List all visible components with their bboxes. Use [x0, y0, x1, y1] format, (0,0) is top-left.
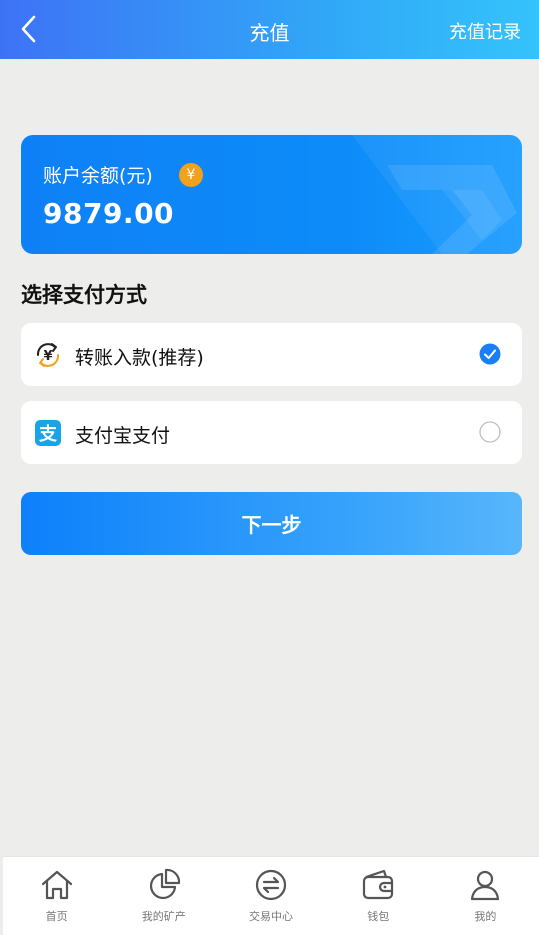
wallet-icon	[363, 869, 394, 900]
svg-text:支: 支	[38, 423, 58, 445]
balance-label: 账户余额(元)	[43, 165, 153, 187]
svg-text:¥: ¥	[43, 349, 52, 364]
app-header: 充值 充值记录	[0, 0, 539, 59]
exchange-icon	[255, 869, 287, 901]
yuan-coin-icon: ¥	[179, 163, 203, 187]
balance-card: 账户余额(元) ¥ 9879.00	[21, 135, 522, 254]
payment-section-title: 选择支付方式	[21, 283, 147, 307]
tab-label: 首页	[45, 910, 68, 923]
tab-my-assets[interactable]: 我的矿产	[110, 857, 217, 935]
radio-checked-icon[interactable]	[479, 343, 501, 365]
payment-option-label: 支付宝支付	[75, 425, 171, 447]
user-icon	[471, 870, 500, 901]
tab-label: 交易中心	[249, 910, 293, 923]
recharge-history-link[interactable]: 充值记录	[449, 18, 521, 44]
bottom-tab-bar: 首页 我的矿产 交易中心 钱包 我的	[3, 856, 539, 935]
tab-label: 我的矿产	[141, 910, 186, 923]
card-decoration	[352, 135, 522, 254]
yuan-transfer-icon: ¥	[36, 343, 60, 367]
tab-wallet[interactable]: 钱包	[325, 857, 432, 935]
home-icon	[41, 870, 72, 900]
tab-label: 钱包	[367, 910, 390, 923]
balance-value: 9879.00	[43, 197, 175, 230]
radio-unchecked-icon[interactable]	[479, 421, 501, 443]
payment-option-alipay[interactable]: 支 支付宝支付	[21, 401, 522, 464]
alipay-icon: 支	[35, 420, 61, 446]
tab-home[interactable]: 首页	[3, 857, 110, 935]
payment-option-label: 转账入款(推荐)	[75, 347, 204, 369]
pie-chart-icon	[149, 868, 180, 900]
payment-option-transfer[interactable]: ¥ 转账入款(推荐)	[21, 323, 522, 386]
tab-label: 我的	[474, 910, 497, 923]
tab-trade-center[interactable]: 交易中心	[217, 857, 324, 935]
tab-mine[interactable]: 我的	[432, 857, 539, 935]
next-step-button[interactable]: 下一步	[21, 492, 522, 555]
